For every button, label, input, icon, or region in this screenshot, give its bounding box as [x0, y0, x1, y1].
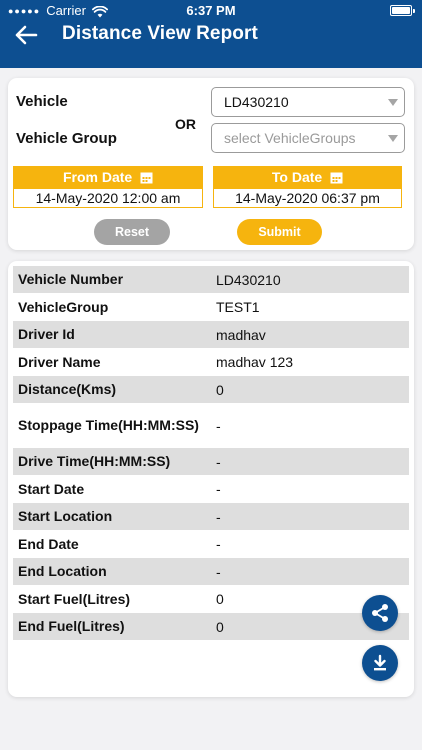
vehicle-group-label: Vehicle Group — [16, 130, 117, 147]
vehicle-label: Vehicle — [16, 93, 68, 110]
report-table: Vehicle Number LD430210 VehicleGroup TEST1… — [13, 266, 409, 640]
row-label: Driver Name — [18, 353, 101, 370]
filter-card: Vehicle Vehicle Group OR LD430210 select… — [8, 78, 414, 250]
table-row: Driver Name madhav 123 — [13, 348, 409, 376]
row-label: Drive Time(HH:MM:SS) — [18, 453, 171, 469]
row-label: Stoppage Time(HH:MM:SS) — [18, 417, 199, 433]
row-value: TEST1 — [216, 299, 260, 315]
row-label: VehicleGroup — [18, 298, 109, 315]
row-value: LD430210 — [216, 271, 281, 288]
row-label: Start Date — [18, 480, 85, 497]
page-title: Distance View Report — [62, 23, 258, 44]
table-row: Drive Time(HH:MM:SS) - — [13, 448, 409, 475]
dropdown-caret-icon — [388, 99, 398, 106]
table-row: Start Date - — [13, 475, 409, 503]
reset-button[interactable]: Reset — [94, 219, 170, 245]
row-value: 0 — [216, 381, 224, 398]
back-button[interactable] — [14, 24, 40, 46]
calendar-icon — [140, 172, 153, 184]
table-row: VehicleGroup TEST1 — [13, 293, 409, 321]
from-date-input[interactable]: 14-May-2020 12:00 am — [13, 188, 203, 208]
row-label: End Date — [18, 535, 79, 552]
table-row: Vehicle Number LD430210 — [13, 266, 409, 293]
row-label: Start Location — [18, 508, 113, 524]
row-value: - — [216, 536, 221, 552]
or-label: OR — [175, 116, 196, 132]
submit-button[interactable]: Submit — [237, 219, 322, 245]
back-arrow-icon — [15, 25, 38, 45]
dropdown-caret-icon — [388, 135, 398, 142]
table-row: End Location - — [13, 558, 409, 585]
calendar-icon — [330, 172, 343, 184]
row-value: - — [216, 417, 221, 434]
to-date-input[interactable]: 14-May-2020 06:37 pm — [213, 188, 402, 208]
table-row: End Fuel(Litres) 0 — [13, 613, 409, 640]
vehicle-group-placeholder: select VehicleGroups — [224, 130, 356, 146]
status-bar: ●●●●● Carrier 6:37 PM — [0, 0, 422, 22]
row-label: Vehicle Number — [18, 271, 124, 287]
download-button[interactable] — [362, 645, 398, 681]
share-icon — [372, 604, 388, 622]
battery-icon — [390, 5, 415, 16]
table-row: Distance(Kms) 0 — [13, 376, 409, 403]
row-label: End Fuel(Litres) — [18, 618, 125, 634]
vehicle-select[interactable]: LD430210 — [211, 87, 405, 117]
to-date-header[interactable]: To Date — [213, 166, 402, 188]
table-row: End Date - — [13, 530, 409, 558]
table-row: Start Fuel(Litres) 0 — [13, 585, 409, 613]
row-value: - — [216, 563, 221, 580]
from-date-header[interactable]: From Date — [13, 166, 203, 188]
row-label: Distance(Kms) — [18, 381, 117, 397]
table-row: Stoppage Time(HH:MM:SS) - — [13, 403, 409, 448]
from-date-label: From Date — [62, 169, 133, 185]
row-label: Start Fuel(Litres) — [18, 590, 131, 607]
row-value: - — [216, 453, 221, 470]
row-label: End Location — [18, 563, 107, 579]
download-icon — [374, 654, 386, 671]
vehicle-group-select[interactable]: select VehicleGroups — [211, 123, 405, 153]
share-button[interactable] — [362, 595, 398, 631]
row-value: - — [216, 508, 221, 525]
row-value: madhav 123 — [216, 354, 294, 370]
row-label: Driver Id — [18, 326, 75, 342]
row-value: madhav — [216, 326, 266, 343]
app-header: ●●●●● Carrier 6:37 PM Distance View Repo… — [0, 0, 422, 68]
row-value: - — [216, 481, 221, 497]
table-row: Driver Id madhav — [13, 321, 409, 348]
vehicle-select-value: LD430210 — [224, 94, 289, 110]
status-time: 6:37 PM — [186, 3, 236, 18]
to-date-label: To Date — [271, 169, 323, 185]
table-row: Start Location - — [13, 503, 409, 530]
